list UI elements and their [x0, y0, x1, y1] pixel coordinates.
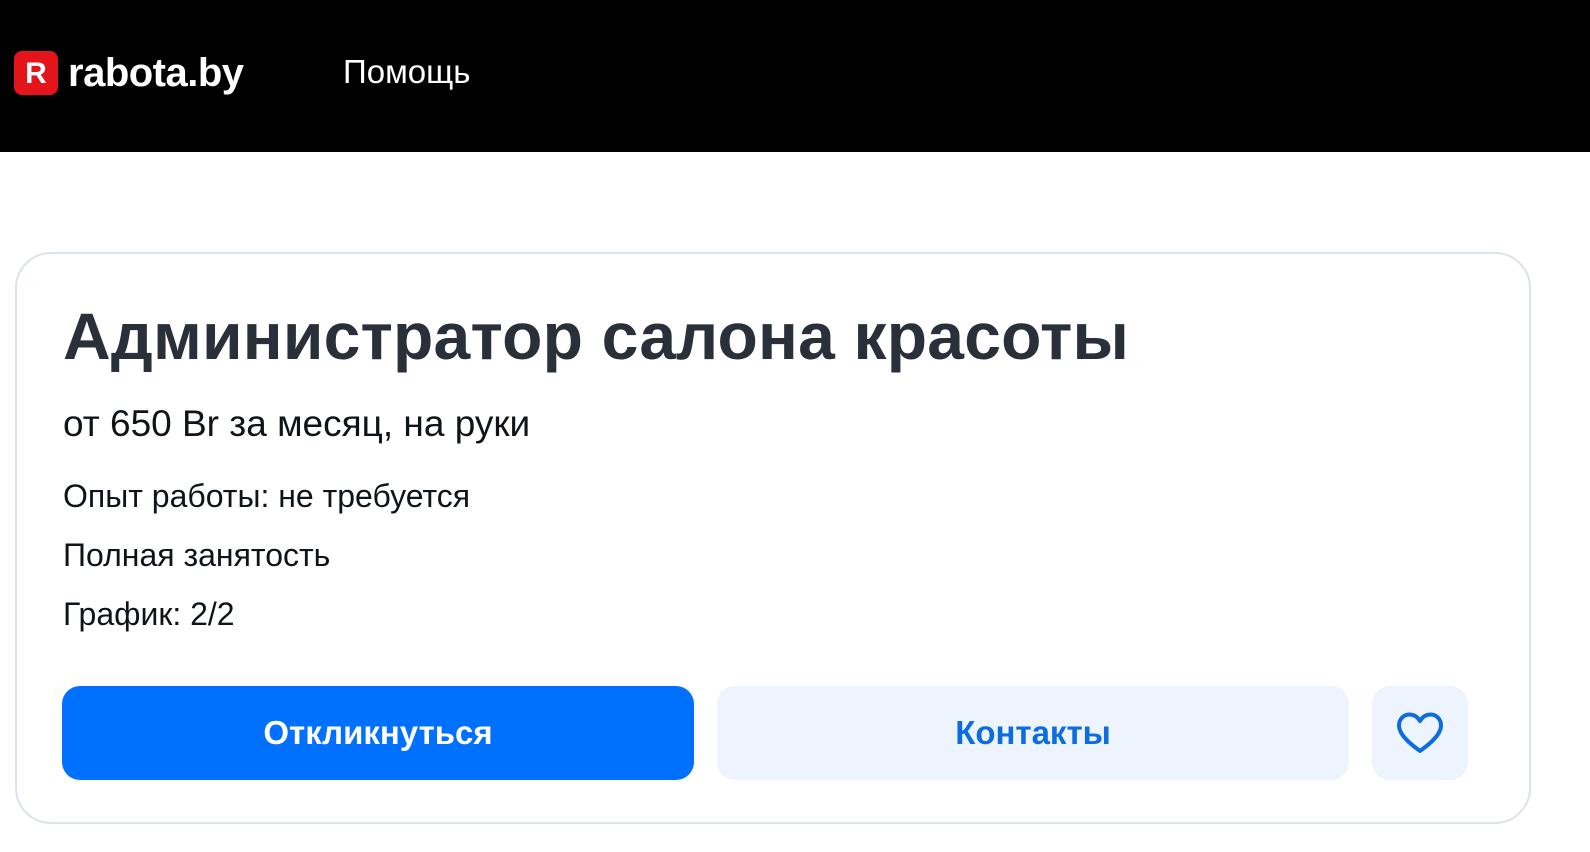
top-header: R rabota.by Помощь — [0, 0, 1590, 152]
logo-badge: R — [14, 51, 58, 95]
logo-text: rabota.by — [68, 51, 244, 95]
contacts-button[interactable]: Контакты — [717, 686, 1349, 780]
vacancy-employment: Полная занятость — [63, 537, 331, 573]
site-logo[interactable]: R rabota.by — [14, 50, 244, 96]
vacancy-salary: от 650 Br за месяц, на руки — [63, 403, 531, 444]
vacancy-schedule: График: 2/2 — [63, 596, 235, 632]
nav-help-link[interactable]: Помощь — [343, 52, 470, 92]
respond-button[interactable]: Откликнуться — [62, 686, 694, 780]
favorite-button[interactable] — [1372, 686, 1468, 780]
contacts-button-label: Контакты — [955, 714, 1111, 751]
vacancy-card: Администратор салона красоты от 650 Br з… — [15, 252, 1531, 824]
respond-button-label: Откликнуться — [263, 714, 493, 751]
vacancy-title: Администратор салона красоты — [63, 299, 1130, 373]
heart-icon — [1397, 712, 1443, 753]
vacancy-experience: Опыт работы: не требуется — [63, 478, 471, 514]
